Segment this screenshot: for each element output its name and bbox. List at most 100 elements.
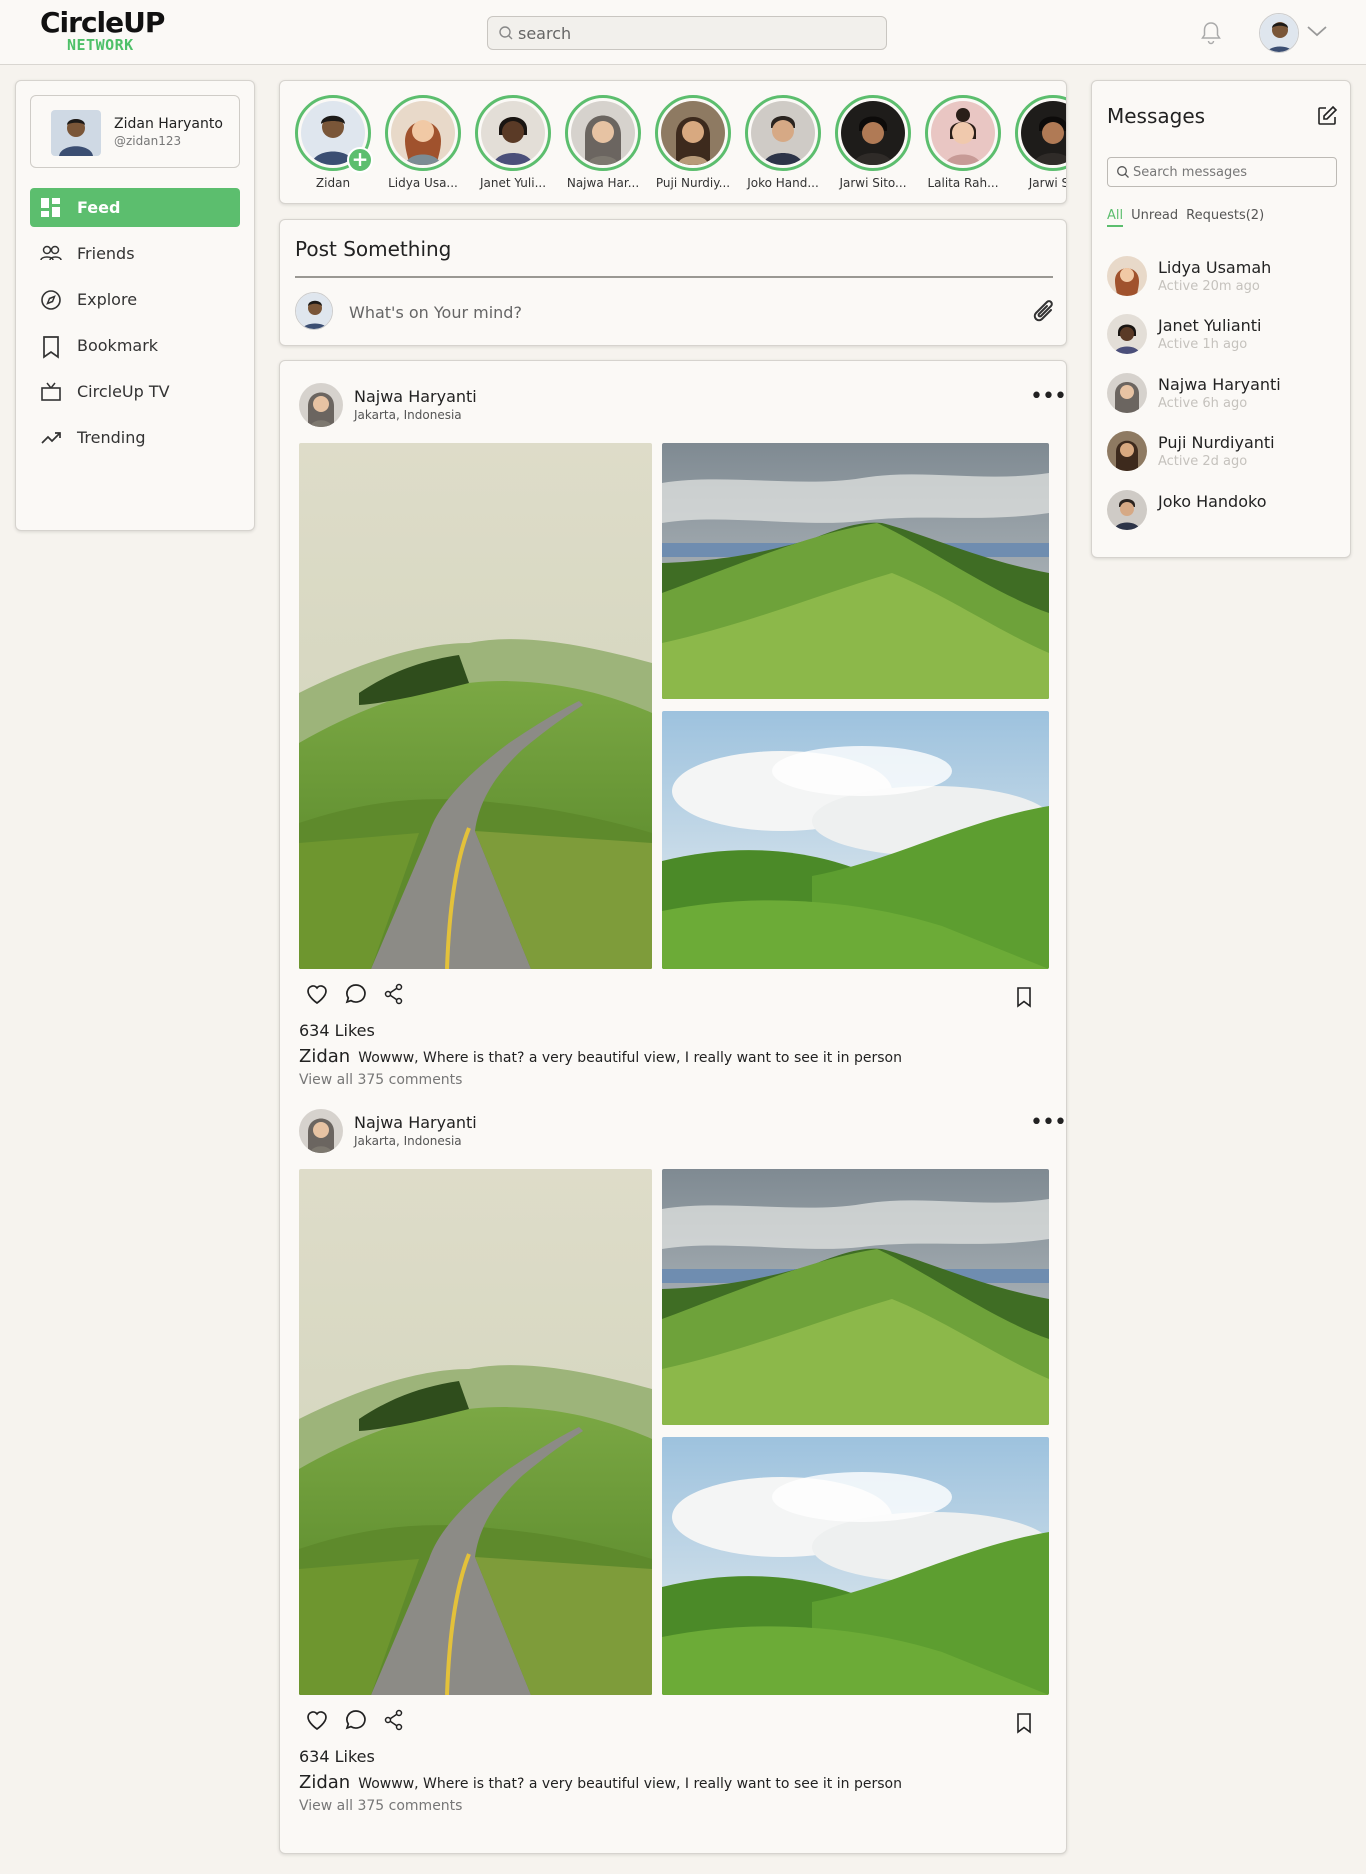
search-input[interactable] <box>518 17 878 49</box>
post: Najwa Haryanti Jakarta, Indonesia ••• 63… <box>299 383 1067 1088</box>
contact-avatar <box>1107 431 1147 471</box>
left-sidebar: Zidan Haryanto @zidan123 Feed Friends Ex… <box>15 80 255 531</box>
story-item[interactable]: + Zidan <box>293 95 373 201</box>
profile-name: Zidan Haryanto <box>114 116 223 132</box>
story-ring <box>475 95 551 171</box>
comment-bubble-icon[interactable] <box>344 1709 368 1731</box>
story-ring <box>745 95 821 171</box>
contact-avatar <box>1107 373 1147 413</box>
tab-all[interactable]: All <box>1107 208 1124 227</box>
post-author-name[interactable]: Najwa Haryanti <box>354 387 477 406</box>
circleup-logo[interactable]: CircleUP NETWORK <box>40 9 165 54</box>
story-item[interactable]: Joko Hand... <box>743 95 823 201</box>
caption-username[interactable]: Zidan <box>299 1772 350 1793</box>
save-bookmark-icon[interactable] <box>1014 986 1034 1008</box>
story-item[interactable]: Najwa Har... <box>563 95 643 201</box>
caption-username[interactable]: Zidan <box>299 1046 350 1067</box>
post-author-name[interactable]: Najwa Haryanti <box>354 1113 477 1132</box>
contact-name: Janet Yulianti <box>1158 316 1262 335</box>
share-icon[interactable] <box>383 1709 405 1731</box>
nav-label: Explore <box>77 290 138 309</box>
like-heart-icon[interactable] <box>305 1709 329 1731</box>
story-ring <box>385 95 461 171</box>
view-comments-link[interactable]: View all 375 comments <box>299 1072 462 1088</box>
tv-icon <box>41 382 61 401</box>
caption-text: Wowww, Where is that? a very beautiful v… <box>358 1050 902 1066</box>
post-location: Jakarta, Indonesia <box>354 408 462 422</box>
story-name: Jarwi Sito... <box>839 176 907 190</box>
composer-input[interactable]: What's on Your mind? <box>349 303 522 322</box>
feed: Najwa Haryanti Jakarta, Indonesia ••• 63… <box>279 360 1067 1854</box>
contact-status: Active 1h ago <box>1158 337 1248 352</box>
contact-item[interactable]: Lidya Usamah Active 20m ago <box>1107 256 1337 306</box>
paperclip-icon[interactable] <box>1031 298 1057 328</box>
post: Najwa Haryanti Jakarta, Indonesia ••• 63… <box>299 1109 1067 1814</box>
caption-text: Wowww, Where is that? a very beautiful v… <box>358 1776 902 1792</box>
composer-title: Post Something <box>295 237 452 261</box>
contact-item[interactable]: Puji Nurdiyanti Active 2d ago <box>1107 431 1337 481</box>
contact-item[interactable]: Joko Handoko <box>1107 490 1337 540</box>
story-item[interactable]: Puji Nurdiy... <box>653 95 733 201</box>
post-caption: Zidan Wowww, Where is that? a very beauti… <box>299 1772 902 1793</box>
chevron-down-icon[interactable] <box>1306 24 1328 38</box>
post-image-road[interactable] <box>299 443 652 969</box>
story-item[interactable]: Jarwi Sito... <box>833 95 913 201</box>
add-story-plus-icon[interactable]: + <box>347 147 373 173</box>
story-name: Joko Hand... <box>747 176 819 190</box>
profile-avatar <box>51 110 101 156</box>
post-image-road[interactable] <box>299 1169 652 1695</box>
profile-handle: @zidan123 <box>114 134 182 148</box>
message-search <box>1107 157 1337 187</box>
view-comments-link[interactable]: View all 375 comments <box>299 1798 462 1814</box>
like-heart-icon[interactable] <box>305 983 329 1005</box>
story-item[interactable]: Lidya Usa... <box>383 95 463 201</box>
post-image-valley[interactable] <box>662 711 1049 969</box>
logo-subtitle: NETWORK <box>67 36 134 54</box>
bookmark-icon <box>43 336 59 359</box>
contact-status: Active 2d ago <box>1158 454 1248 469</box>
contact-avatar <box>1107 314 1147 354</box>
notification-bell-icon[interactable] <box>1199 20 1223 46</box>
story-item[interactable]: Janet Yuli... <box>473 95 553 201</box>
nav-friends[interactable]: Friends <box>30 234 240 273</box>
story-item[interactable]: Jarwi Sit <box>1013 95 1066 201</box>
post-author-avatar[interactable] <box>299 383 343 427</box>
compose-edit-icon[interactable] <box>1316 105 1338 127</box>
contact-item[interactable]: Najwa Haryanti Active 6h ago <box>1107 373 1337 423</box>
post-image-valley[interactable] <box>662 1437 1049 1695</box>
post-image-ridge[interactable] <box>662 1169 1049 1425</box>
trending-icon <box>41 432 61 444</box>
nav-circleup-tv[interactable]: CircleUp TV <box>30 372 240 411</box>
story-ring <box>655 95 731 171</box>
comment-bubble-icon[interactable] <box>344 983 368 1005</box>
story-item[interactable]: Lalita Rah... <box>923 95 1003 201</box>
share-icon[interactable] <box>383 983 405 1005</box>
tab-requests[interactable]: Requests(2) <box>1186 208 1264 223</box>
grid-icon <box>41 198 60 217</box>
contact-avatar <box>1107 256 1147 296</box>
nav-label: Feed <box>77 198 121 217</box>
story-name: Najwa Har... <box>566 176 640 190</box>
post-image-ridge[interactable] <box>662 443 1049 699</box>
tab-unread[interactable]: Unread <box>1131 208 1178 223</box>
compass-icon <box>41 290 61 310</box>
nav-trending[interactable]: Trending <box>30 418 240 457</box>
profile-card[interactable]: Zidan Haryanto @zidan123 <box>30 95 240 168</box>
save-bookmark-icon[interactable] <box>1014 1712 1034 1734</box>
divider <box>295 276 1053 278</box>
contact-name: Joko Handoko <box>1158 492 1267 511</box>
contact-name: Najwa Haryanti <box>1158 375 1281 394</box>
nav-feed[interactable]: Feed <box>30 188 240 227</box>
search-icon <box>499 26 513 40</box>
contact-name: Puji Nurdiyanti <box>1158 433 1275 452</box>
story-name: Lalita Rah... <box>927 176 999 190</box>
user-avatar[interactable] <box>1259 13 1299 53</box>
nav-bookmark[interactable]: Bookmark <box>30 326 240 365</box>
contact-status: Active 20m ago <box>1158 279 1260 294</box>
nav-explore[interactable]: Explore <box>30 280 240 319</box>
story-ring <box>565 95 641 171</box>
contact-item[interactable]: Janet Yulianti Active 1h ago <box>1107 314 1337 364</box>
message-search-input[interactable] <box>1133 158 1333 186</box>
like-count: 634 Likes <box>299 1747 375 1766</box>
post-author-avatar[interactable] <box>299 1109 343 1153</box>
